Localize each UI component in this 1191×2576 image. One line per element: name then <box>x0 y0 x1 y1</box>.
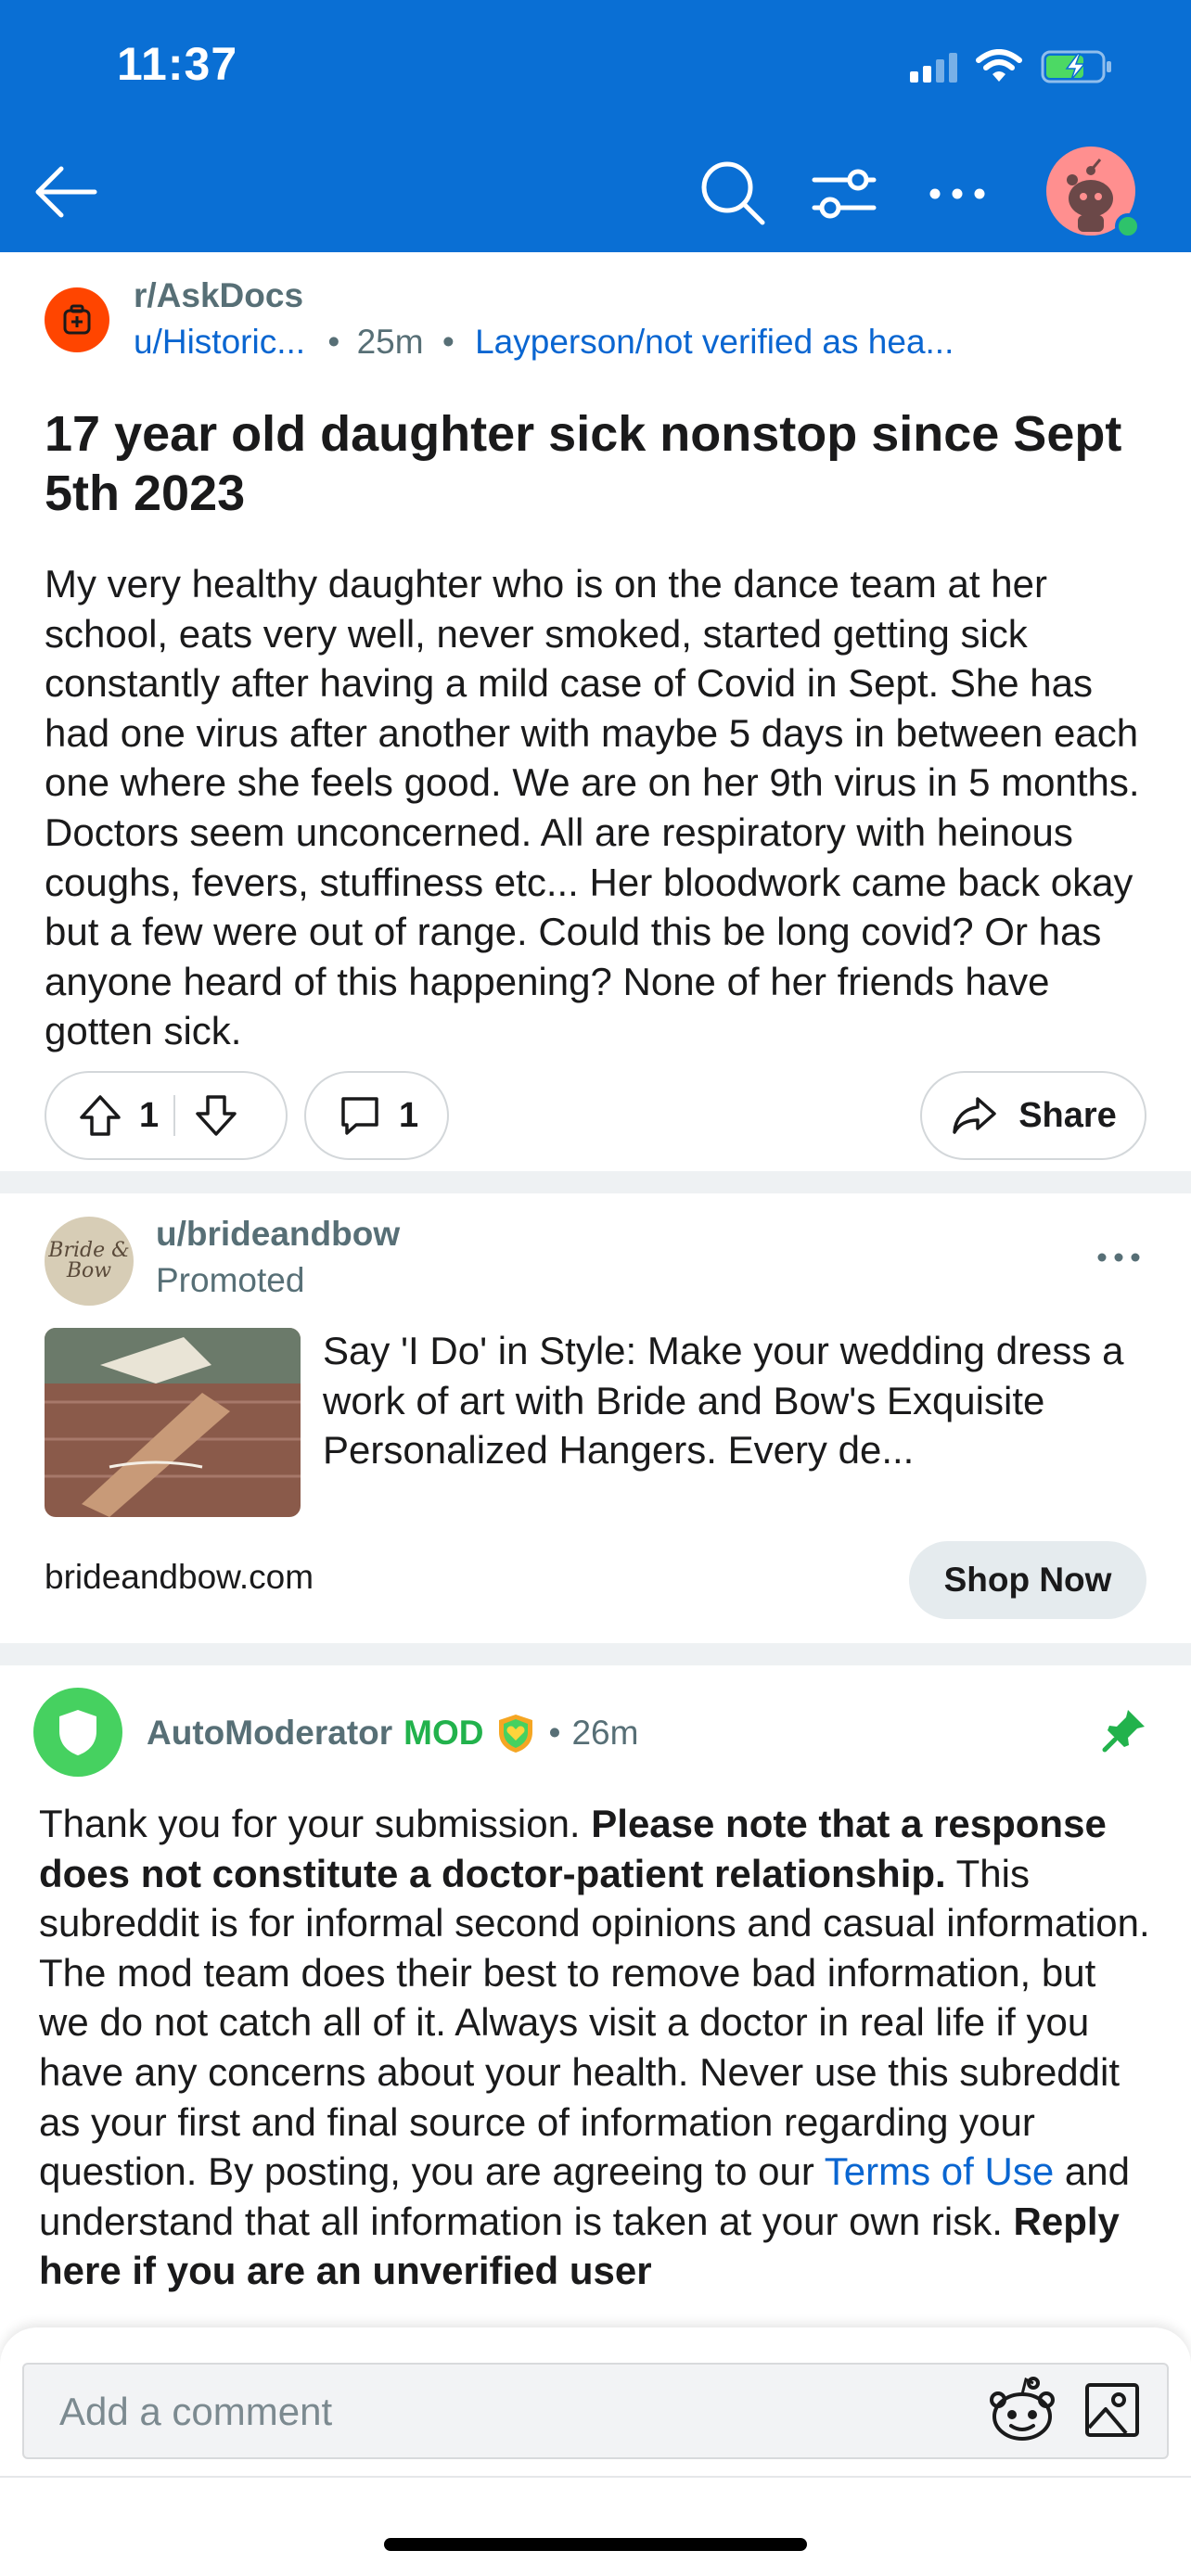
post-title: 17 year old daughter sick nonstop since … <box>45 406 1122 521</box>
app-header: 11:37 <box>0 0 1191 252</box>
vote-divider <box>173 1095 176 1136</box>
vote-control: 1 <box>45 1071 288 1160</box>
sheet-divider <box>0 2476 1191 2478</box>
comment-author[interactable]: AutoModerator <box>147 1714 392 1753</box>
share-button[interactable]: Share <box>920 1071 1146 1160</box>
post-body: My very healthy daughter who is on the d… <box>45 562 1140 1053</box>
back-arrow-icon[interactable] <box>32 158 100 226</box>
comments-button[interactable]: 1 <box>304 1071 449 1160</box>
home-indicator[interactable] <box>384 2538 807 2551</box>
terms-of-use-link[interactable]: Terms of Use <box>825 2149 1054 2193</box>
wifi-icon <box>976 49 1022 82</box>
shop-now-button[interactable]: Shop Now <box>909 1541 1146 1619</box>
mod-badge: MOD <box>403 1714 484 1752</box>
filter-icon[interactable] <box>809 163 879 224</box>
shield-icon <box>59 1710 96 1755</box>
meta-separator: • <box>327 323 340 361</box>
meta-separator: • <box>442 323 455 361</box>
snoo-emoji-icon[interactable] <box>985 2376 1059 2446</box>
comment-text: This subreddit is for informal second op… <box>39 1851 1150 2194</box>
mod-shield-icon <box>499 1715 533 1753</box>
subreddit-icon[interactable] <box>45 287 109 352</box>
add-comment-placeholder: Add a comment <box>59 2390 333 2433</box>
more-icon[interactable] <box>924 163 991 224</box>
subreddit-name[interactable]: r/AskDocs <box>134 276 303 315</box>
user-flair[interactable]: Layperson/not verified as hea... <box>475 323 954 361</box>
upvote-icon[interactable] <box>74 1090 126 1141</box>
status-icons <box>910 46 1113 87</box>
battery-charging-icon <box>1041 50 1111 83</box>
share-label: Share <box>1018 1095 1117 1135</box>
comment-separator: • <box>548 1714 561 1752</box>
comment-age: 26m <box>571 1714 639 1752</box>
post-meta: u/Historic... • 25m • Layperson/not veri… <box>134 323 954 362</box>
promoted-label: Promoted <box>156 1261 305 1299</box>
ad-thumbnail[interactable] <box>45 1328 301 1517</box>
comment-text: Thank you for your submission. <box>39 1802 592 1845</box>
comment-meta: AutoModerator MOD • 26m <box>147 1712 638 1754</box>
commenter-avatar[interactable] <box>33 1688 122 1777</box>
downvote-icon[interactable] <box>190 1090 242 1141</box>
comment-count: 1 <box>399 1095 419 1135</box>
avatar[interactable] <box>1046 147 1141 239</box>
vote-count: 1 <box>139 1095 160 1135</box>
comment-bubble-icon <box>341 1097 378 1135</box>
post-author[interactable]: u/Historic... <box>134 323 305 361</box>
online-status-dot <box>1115 213 1141 239</box>
medkit-icon <box>63 304 91 335</box>
ad-headline[interactable]: Say 'I Do' in Style: Make your wedding d… <box>323 1326 1150 1475</box>
more-options-icon[interactable] <box>1091 1239 1146 1276</box>
section-divider <box>0 1171 1191 1193</box>
status-time: 11:37 <box>117 38 238 90</box>
pin-icon <box>1102 1710 1145 1753</box>
share-icon <box>953 1097 996 1134</box>
image-icon[interactable] <box>1082 2379 1143 2441</box>
hanger-photo <box>45 1328 301 1517</box>
post-age: 25m <box>356 323 424 361</box>
advertiser-avatar[interactable]: Bride & Bow <box>45 1217 134 1306</box>
comment-body: Thank you for your submission. Please no… <box>39 1799 1156 2337</box>
section-divider <box>0 1643 1191 1665</box>
advertiser-name[interactable]: u/brideandbow <box>156 1215 400 1254</box>
cellular-signal-icon <box>910 51 957 83</box>
search-icon[interactable] <box>698 158 768 228</box>
advertiser-logo-text: Bride & Bow <box>48 1239 130 1282</box>
ad-domain[interactable]: brideandbow.com <box>45 1558 314 1597</box>
